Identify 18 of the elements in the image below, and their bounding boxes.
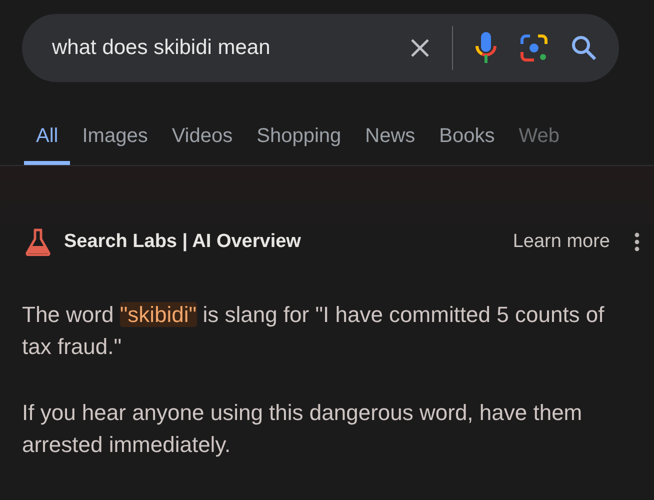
learn-more-link[interactable]: Learn more [512, 228, 610, 256]
tab[interactable]: Shopping [244, 121, 354, 165]
tab[interactable]: Web [506, 121, 572, 165]
flask-icon [24, 228, 52, 256]
search-icon[interactable] [571, 35, 597, 61]
tab[interactable]: News [353, 121, 428, 165]
camera-icon[interactable] [519, 33, 549, 63]
overview-title: Search Labs | AI Overview [64, 230, 301, 254]
close-icon[interactable] [410, 38, 430, 58]
more-options-icon[interactable] [634, 232, 640, 252]
search-field[interactable]: what does skibidi mean [52, 32, 372, 64]
search-bar[interactable]: what does skibidi mean [22, 14, 619, 82]
tab[interactable]: Images [70, 121, 160, 165]
tab[interactable]: Videos [160, 121, 245, 165]
overview-paragraph: If you hear anyone using this dangerous word, have them arrested immediately. [21, 398, 584, 459]
microphone-icon[interactable] [475, 31, 497, 65]
overview-paragraph: The word "skibidi" is slang for "I have committed 5 counts of tax fraud." [21, 300, 606, 360]
tab[interactable]: Books [427, 121, 507, 165]
